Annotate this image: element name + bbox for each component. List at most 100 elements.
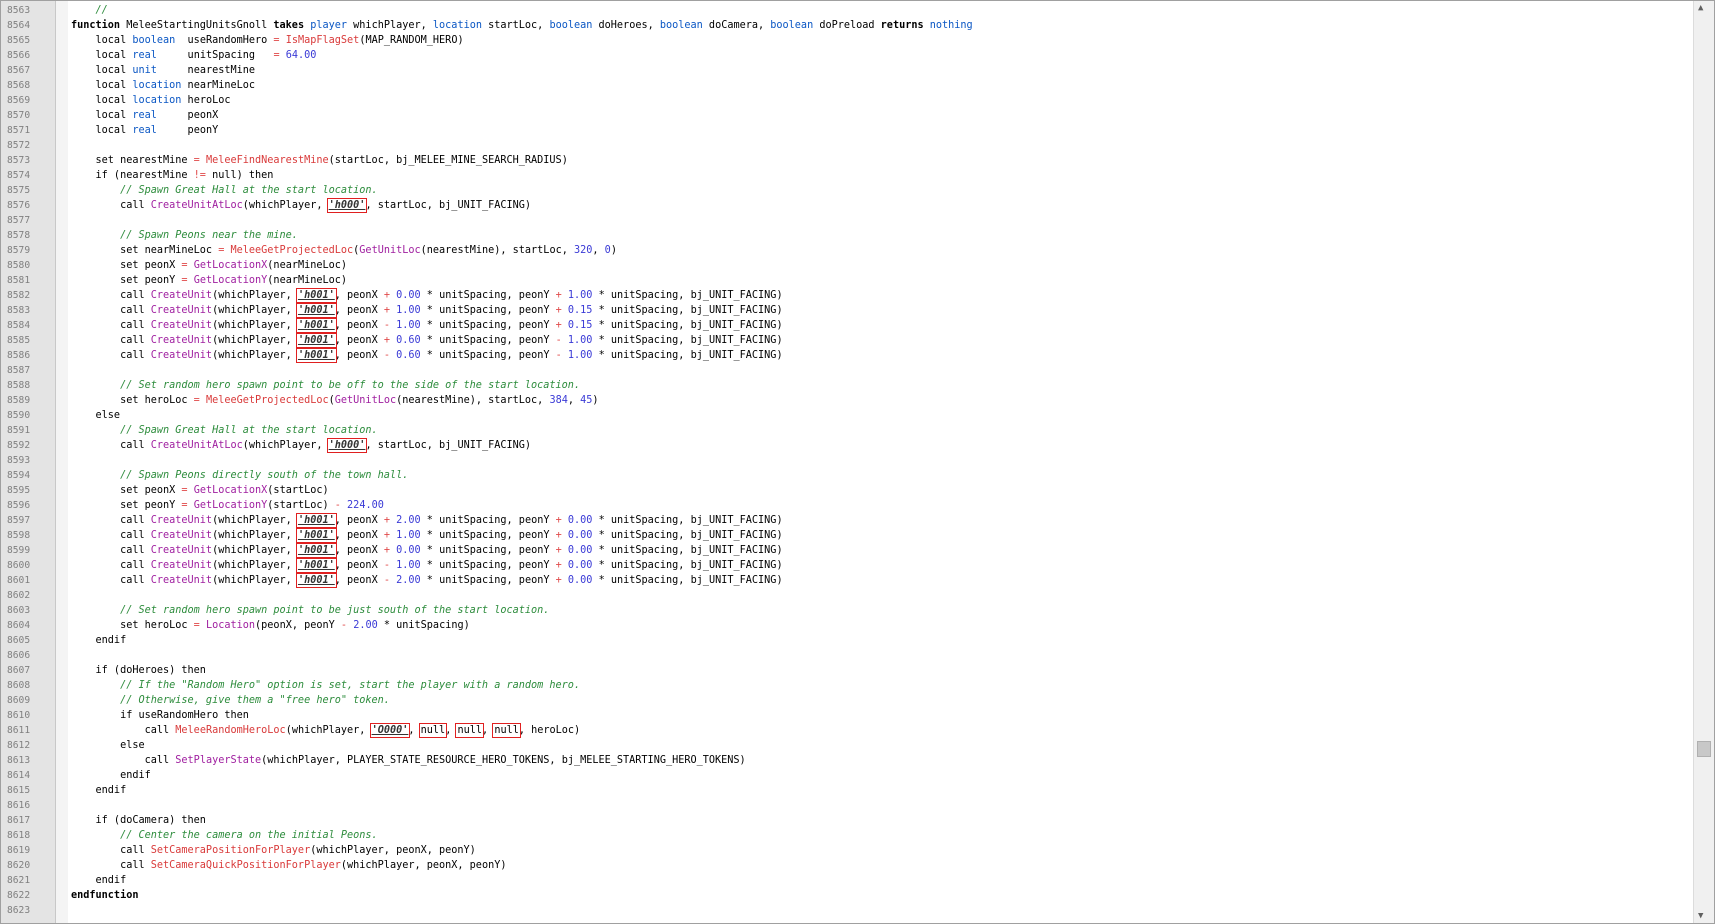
code-line[interactable]: 8620 call SetCameraQuickPositionForPlaye… — [7, 858, 1693, 873]
code-line[interactable]: 8568 local location nearMineLoc — [7, 78, 1693, 93]
code-token: call — [71, 440, 151, 451]
fold-margin[interactable] — [56, 1, 68, 923]
code-line[interactable]: 8565 local boolean useRandomHero = IsMap… — [7, 33, 1693, 48]
code-token: , heroLoc) — [518, 725, 581, 736]
code-line[interactable]: 8584 call CreateUnit(whichPlayer, 'h001'… — [7, 318, 1693, 333]
code-line[interactable]: 8597 call CreateUnit(whichPlayer, 'h001'… — [7, 513, 1693, 528]
vertical-scrollbar[interactable]: ▲ ▼ — [1693, 1, 1714, 923]
code-line[interactable]: 8575 // Spawn Great Hall at the start lo… — [7, 183, 1693, 198]
code-token: * unitSpacing, bj_UNIT_FACING) — [592, 530, 783, 541]
code-line[interactable]: 8610 if useRandomHero then — [7, 708, 1693, 723]
highlighted-null: null — [418, 723, 448, 738]
code-line[interactable]: 8607 if (doHeroes) then — [7, 663, 1693, 678]
code-line[interactable]: 8602 — [7, 588, 1693, 603]
code-token: set heroLoc — [71, 395, 194, 406]
code-line[interactable]: 8617 if (doCamera) then — [7, 813, 1693, 828]
code-token: (whichPlayer, — [285, 725, 372, 736]
code-line[interactable]: 8601 call CreateUnit(whichPlayer, 'h001'… — [7, 573, 1693, 588]
code-line[interactable]: 8605 endif — [7, 633, 1693, 648]
code-token: local — [71, 95, 133, 106]
code-line[interactable]: 8578 // Spawn Peons near the mine. — [7, 228, 1693, 243]
code-token: , peonX — [334, 530, 384, 541]
code-token: (MAP_RANDOM_HERO) — [359, 35, 464, 46]
code-line[interactable]: 8582 call CreateUnit(whichPlayer, 'h001'… — [7, 288, 1693, 303]
code-token: (whichPlayer, — [212, 545, 298, 556]
code-line[interactable]: 8586 call CreateUnit(whichPlayer, 'h001'… — [7, 348, 1693, 363]
code-line[interactable]: 8566 local real unitSpacing = 64.00 — [7, 48, 1693, 63]
code-line[interactable]: 8583 call CreateUnit(whichPlayer, 'h001'… — [7, 303, 1693, 318]
code-line[interactable]: 8616 — [7, 798, 1693, 813]
code-line[interactable]: 8592 call CreateUnitAtLoc(whichPlayer, '… — [7, 438, 1693, 453]
code-line[interactable]: 8600 call CreateUnit(whichPlayer, 'h001'… — [7, 558, 1693, 573]
code-line[interactable]: 8594 // Spawn Peons directly south of th… — [7, 468, 1693, 483]
code-line[interactable]: 8596 set peonY = GetLocationY(startLoc) … — [7, 498, 1693, 513]
code-token: call — [71, 845, 151, 856]
code-line[interactable]: 8595 set peonX = GetLocationX(startLoc) — [7, 483, 1693, 498]
code-line[interactable]: 8593 — [7, 453, 1693, 468]
code-token: * unitSpacing, peonY — [420, 530, 556, 541]
code-token: , peonX — [334, 545, 384, 556]
code-line[interactable]: 8606 — [7, 648, 1693, 663]
code-token: (nearestMine), startLoc, — [420, 245, 574, 256]
code-line[interactable]: 8599 call CreateUnit(whichPlayer, 'h001'… — [7, 543, 1693, 558]
code-line[interactable]: 8608 // If the "Random Hero" option is s… — [7, 678, 1693, 693]
code-line[interactable]: 8619 call SetCameraPositionForPlayer(whi… — [7, 843, 1693, 858]
code-token: nothing — [929, 20, 973, 31]
code-line[interactable]: 8580 set peonX = GetLocationX(nearMineLo… — [7, 258, 1693, 273]
code-line[interactable]: 8570 local real peonX — [7, 108, 1693, 123]
code-line[interactable]: 8587 — [7, 363, 1693, 378]
scroll-up-arrow-icon[interactable]: ▲ — [1698, 3, 1703, 13]
code-line[interactable]: 8609 // Otherwise, give them a "free her… — [7, 693, 1693, 708]
code-line[interactable]: 8569 local location heroLoc — [7, 93, 1693, 108]
code-area[interactable]: 8563 // 8564 function MeleeStartingUnitsGn… — [7, 3, 1693, 918]
code-line[interactable]: 8573 set nearestMine = MeleeFindNearestM… — [7, 153, 1693, 168]
code-token: (whichPlayer, — [242, 200, 329, 211]
code-line[interactable]: 8574 if (nearestMine != null) then — [7, 168, 1693, 183]
code-line[interactable]: 8564 function MeleeStartingUnitsGnoll tak… — [7, 18, 1693, 33]
code-token: (nearestMine), startLoc, — [396, 395, 550, 406]
code-token: , — [482, 725, 495, 736]
line-number: 8597 — [7, 515, 31, 526]
code-line[interactable]: 8603 // Set random hero spawn point to b… — [7, 603, 1693, 618]
code-line[interactable]: 8611 call MeleeRandomHeroLoc(whichPlayer… — [7, 723, 1693, 738]
code-line[interactable]: 8623 — [7, 903, 1693, 918]
code-line[interactable]: 8563 // — [7, 3, 1693, 18]
code-line[interactable]: 8598 call CreateUnit(whichPlayer, 'h001'… — [7, 528, 1693, 543]
code-line[interactable]: 8581 set peonY = GetLocationY(nearMineLo… — [7, 273, 1693, 288]
code-line[interactable]: 8577 — [7, 213, 1693, 228]
code-line[interactable]: 8615 endif — [7, 783, 1693, 798]
code-token: call — [71, 755, 176, 766]
code-token: call — [71, 515, 151, 526]
code-line[interactable]: 8621 endif — [7, 873, 1693, 888]
code-line[interactable]: 8579 set nearMineLoc = MeleeGetProjected… — [7, 243, 1693, 258]
line-number: 8610 — [7, 710, 31, 721]
code-token: 0.00 — [567, 530, 593, 541]
code-line[interactable]: 8576 call CreateUnitAtLoc(whichPlayer, '… — [7, 198, 1693, 213]
code-line[interactable]: 8585 call CreateUnit(whichPlayer, 'h001'… — [7, 333, 1693, 348]
code-line[interactable]: 8588 // Set random hero spawn point to b… — [7, 378, 1693, 393]
code-line[interactable]: 8614 endif — [7, 768, 1693, 783]
code-line[interactable]: 8571 local real peonY — [7, 123, 1693, 138]
code-line[interactable]: 8622 endfunction — [7, 888, 1693, 903]
code-token: 1.00 — [396, 530, 421, 541]
code-line[interactable]: 8604 set heroLoc = Location(peonX, peonY… — [7, 618, 1693, 633]
code-line[interactable]: 8590 else — [7, 408, 1693, 423]
code-line[interactable]: 8612 else — [7, 738, 1693, 753]
code-token: CreateUnit — [150, 545, 213, 556]
line-number: 8578 — [7, 230, 31, 241]
code-line[interactable]: 8589 set heroLoc = MeleeGetProjectedLoc(… — [7, 393, 1693, 408]
code-token: 2.00 — [396, 575, 421, 586]
code-token: CreateUnit — [150, 320, 213, 331]
code-line[interactable]: 8572 — [7, 138, 1693, 153]
scroll-down-arrow-icon[interactable]: ▼ — [1698, 911, 1703, 921]
code-token: call — [71, 200, 151, 211]
code-line[interactable]: 8567 local unit nearestMine — [7, 63, 1693, 78]
code-line[interactable]: 8613 call SetPlayerState(whichPlayer, PL… — [7, 753, 1693, 768]
code-editor[interactable]: 8563 // 8564 function MeleeStartingUnitsGn… — [0, 0, 1715, 924]
code-line[interactable]: 8591 // Spawn Great Hall at the start lo… — [7, 423, 1693, 438]
code-line[interactable]: 8618 // Center the camera on the initial… — [7, 828, 1693, 843]
scrollbar-thumb[interactable] — [1697, 741, 1711, 757]
code-token: (whichPlayer, peonX, peonY) — [310, 845, 476, 856]
line-number: 8615 — [7, 785, 31, 796]
code-token: endif — [71, 875, 127, 886]
